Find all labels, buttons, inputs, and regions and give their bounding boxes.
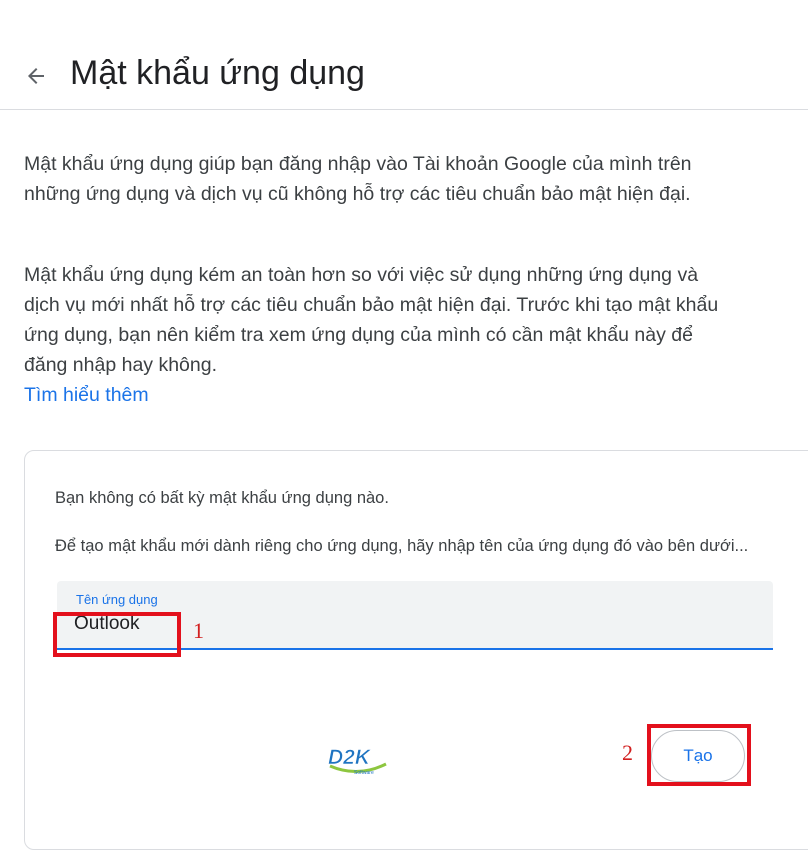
highlight-box-step-1	[53, 612, 181, 657]
page-header: Mật khẩu ứng dụng	[0, 0, 808, 110]
highlight-box-step-2	[647, 724, 751, 786]
logo-subtext: Software	[354, 770, 374, 776]
app-name-label: Tên ứng dụng	[76, 592, 158, 607]
back-button[interactable]	[16, 56, 56, 96]
logo-text: D2K	[328, 746, 372, 769]
step-2-number: 2	[622, 740, 633, 765]
empty-state-message: Bạn không có bất kỳ mật khẩu ứng dụng nà…	[55, 489, 389, 507]
instruction-text: Để tạo mật khẩu mới dành riêng cho ứng d…	[55, 537, 749, 555]
learn-more-link[interactable]: Tìm hiểu thêm	[24, 381, 149, 409]
step-1-number: 1	[193, 618, 204, 643]
d2k-logo: D2K Software	[328, 746, 387, 776]
intro-paragraph-1: Mật khẩu ứng dụng giúp bạn đăng nhập vào…	[24, 153, 692, 205]
intro-paragraph-2: Mật khẩu ứng dụng kém an toàn hơn so với…	[24, 264, 719, 376]
page-title: Mật khẩu ứng dụng	[70, 54, 365, 92]
arrow-left-icon	[28, 68, 44, 84]
